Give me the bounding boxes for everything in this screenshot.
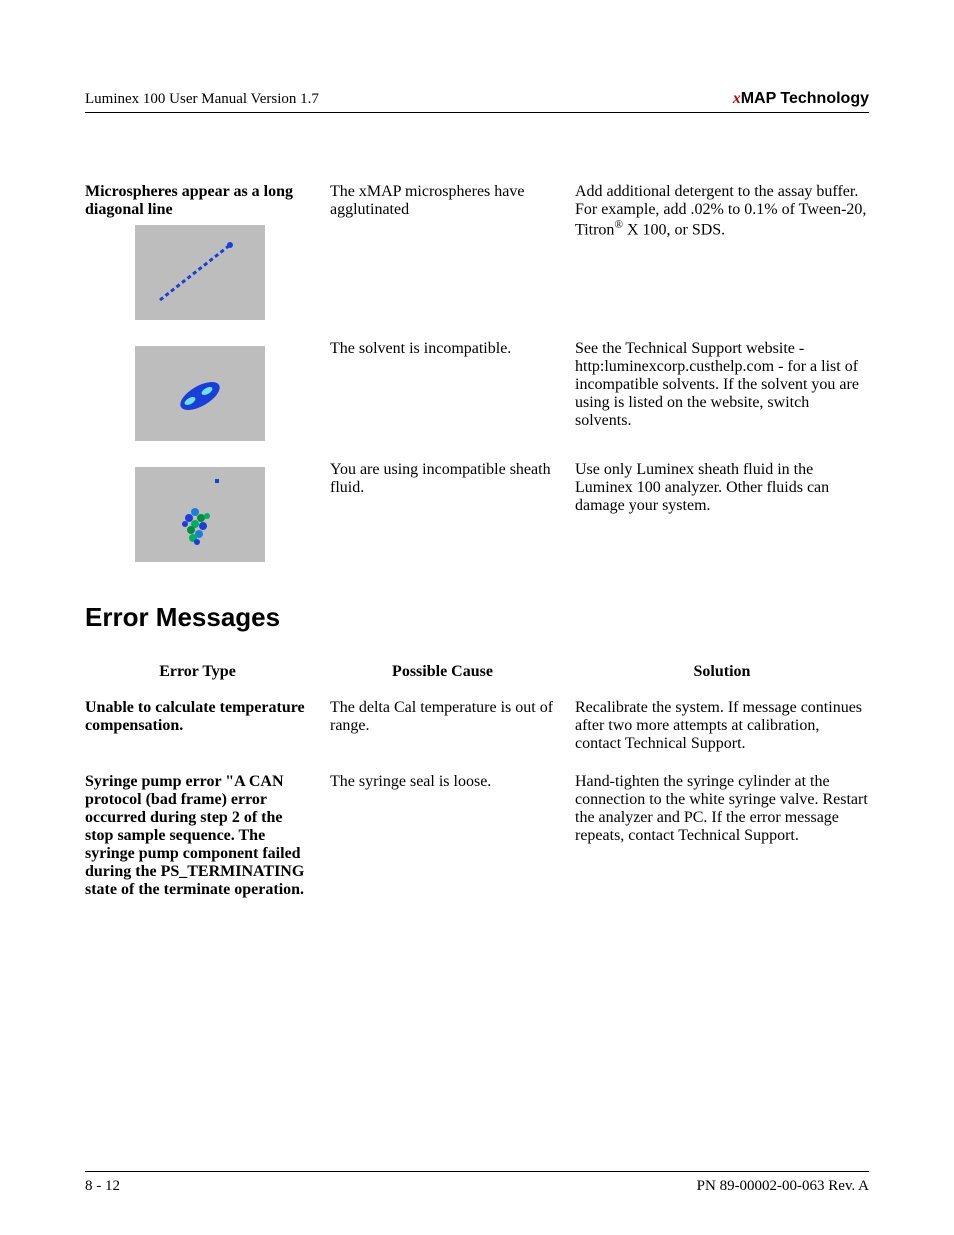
error-row-1: Unable to calculate temperature compensa… bbox=[85, 699, 869, 753]
troubleshoot-table: Microspheres appear as a long diagonal l… bbox=[85, 183, 869, 562]
page-header: Luminex 100 User Manual Version 1.7 xMAP… bbox=[85, 90, 869, 113]
trouble-row-2: The solvent is incompatible. See the Tec… bbox=[85, 340, 869, 441]
footer-left: 8 - 12 bbox=[85, 1178, 120, 1195]
header-left: Luminex 100 User Manual Version 1.7 bbox=[85, 91, 319, 108]
footer-right: PN 89-00002-00-063 Rev. A bbox=[697, 1178, 869, 1195]
error-header-solution: Solution bbox=[575, 663, 869, 681]
error-header-cause: Possible Cause bbox=[330, 663, 575, 681]
error-header-type: Error Type bbox=[85, 663, 330, 681]
trouble-row-3: You are using incompatible sheath fluid.… bbox=[85, 461, 869, 562]
microsphere-image-3 bbox=[135, 467, 265, 562]
trouble-label-cell: Microspheres appear as a long diagonal l… bbox=[85, 183, 330, 320]
error-row-2: Syringe pump error "A CAN protocol (bad … bbox=[85, 773, 869, 899]
trouble-solution: Add additional detergent to the assay bu… bbox=[575, 183, 869, 239]
header-right-text: MAP Technology bbox=[741, 90, 869, 107]
error-cause: The syringe seal is loose. bbox=[330, 773, 575, 791]
trouble-cause: You are using incompatible sheath fluid. bbox=[330, 461, 575, 497]
trouble-solution: See the Technical Support website - http… bbox=[575, 340, 869, 430]
error-solution: Hand-tighten the syringe cylinder at the… bbox=[575, 773, 869, 845]
error-solution: Recalibrate the system. If message conti… bbox=[575, 699, 869, 753]
microsphere-image-2 bbox=[135, 346, 265, 441]
trouble-cause: The solvent is incompatible. bbox=[330, 340, 575, 358]
header-right: xMAP Technology bbox=[733, 90, 869, 108]
microsphere-image-1 bbox=[135, 225, 265, 320]
trouble-solution: Use only Luminex sheath fluid in the Lum… bbox=[575, 461, 869, 515]
error-type: Syringe pump error "A CAN protocol (bad … bbox=[85, 773, 330, 899]
header-x-prefix: x bbox=[733, 90, 741, 107]
error-type: Unable to calculate temperature compensa… bbox=[85, 699, 330, 735]
page-footer: 8 - 12 PN 89-00002-00-063 Rev. A bbox=[85, 1171, 869, 1195]
trouble-row-1: Microspheres appear as a long diagonal l… bbox=[85, 183, 869, 320]
page: Luminex 100 User Manual Version 1.7 xMAP… bbox=[0, 0, 954, 1235]
trouble-label-cell bbox=[85, 340, 330, 441]
trouble-cause: The xMAP microspheres have agglutinated bbox=[330, 183, 575, 219]
error-cause: The delta Cal temperature is out of rang… bbox=[330, 699, 575, 735]
section-title: Error Messages bbox=[85, 602, 869, 633]
error-table-header: Error Type Possible Cause Solution bbox=[85, 663, 869, 681]
trouble-label: Microspheres appear as a long diagonal l… bbox=[85, 183, 315, 219]
trouble-label-cell bbox=[85, 461, 330, 562]
